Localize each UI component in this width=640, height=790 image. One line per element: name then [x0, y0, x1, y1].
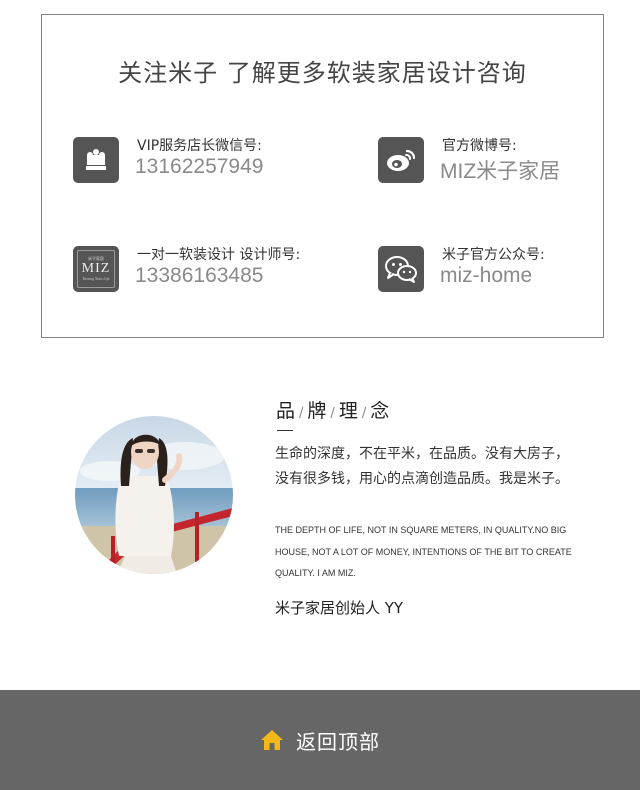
brand-title-char-1: 品: [276, 400, 296, 422]
brand-title-sep-2: /: [330, 406, 335, 421]
weibo-value[interactable]: MIZ米子家居: [440, 155, 560, 185]
brand-title-char-3: 理: [338, 400, 358, 422]
brand-text-cn: 生命的深度，不在平米，在品质。没有大房子，没有很多钱，用心的点滴创造品质。我是米…: [275, 446, 569, 487]
brand-title: 品 / 牌 / 理 / 念: [276, 396, 389, 423]
designer-value[interactable]: 13386163485: [135, 264, 263, 288]
brand-title-char-2: 牌: [307, 400, 327, 422]
contact-box: 关注米子 了解更多软装家居设计咨询 VIP服务店长微信号: 1316225794…: [41, 14, 604, 338]
brand-title-sep-3: /: [361, 406, 367, 421]
brand-title-rule: [277, 430, 293, 431]
weibo-icon: [378, 137, 424, 183]
designer-label: 一对一软装设计 设计师号:: [137, 247, 301, 263]
official-account-label: 米子官方公众号:: [442, 247, 545, 263]
vip-wechat-value[interactable]: 13162257949: [135, 155, 263, 179]
back-to-top-button[interactable]: 返回顶部: [0, 690, 640, 790]
weibo-label: 官方微博号:: [442, 138, 517, 154]
contact-title: 关注米子 了解更多软装家居设计咨询: [118, 59, 527, 87]
miz-logo-main: MIZ: [81, 261, 111, 276]
brand-title-sep-1: /: [299, 406, 304, 421]
home-icon: [261, 730, 283, 750]
founder-portrait: [75, 416, 233, 574]
brand-title-char-4: 念: [370, 400, 390, 422]
official-account-value[interactable]: miz-home: [440, 264, 532, 288]
back-to-top-label: 返回顶部: [296, 729, 380, 754]
vip-wechat-label: VIP服务店长微信号:: [137, 138, 262, 154]
brand-text-en: THE DEPTH OF LIFE, NOT IN SQUARE METERS,…: [275, 525, 572, 578]
miz-logo: 米子家居 MIZ Tasting Your Life: [73, 246, 119, 292]
crown-icon: [73, 137, 119, 183]
founder-signature: 米子家居创始人 YY: [275, 599, 404, 617]
miz-logo-script: Tasting Your Life: [82, 276, 110, 281]
wechat-icon: [378, 246, 424, 292]
